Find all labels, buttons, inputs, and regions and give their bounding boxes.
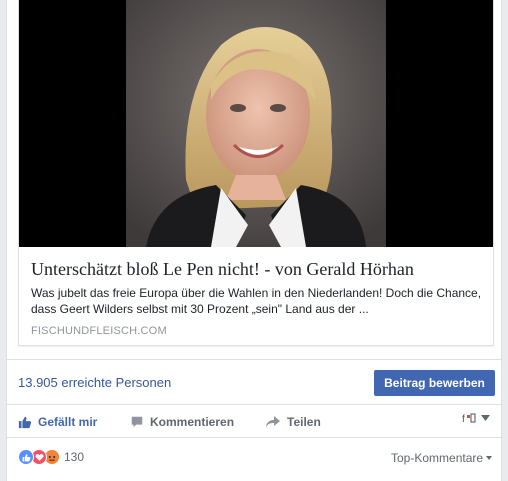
like-button[interactable]: Gefällt mir (18, 412, 97, 432)
chevron-down-icon (486, 456, 493, 460)
portrait-photo (126, 0, 386, 247)
comment-label: Kommentieren (150, 415, 235, 429)
like-label: Gefällt mir (38, 415, 98, 429)
thumbs-up-icon (18, 416, 32, 429)
post-card: Unterschätzt bloß Le Pen nicht! - von Ge… (6, 0, 502, 481)
audience-selector[interactable]: f (461, 412, 490, 424)
svg-text:f: f (462, 414, 465, 424)
page-avatar-icon: f (462, 413, 476, 424)
divider (7, 359, 501, 360)
reaction-count: 130 (64, 450, 85, 464)
share-label: Teilen (287, 415, 321, 429)
chevron-down-icon (481, 415, 490, 421)
comment-sort-label: Top-Kommentare (391, 451, 484, 465)
like-reaction-icon (18, 449, 34, 465)
divider (7, 437, 501, 438)
link-preview[interactable]: Unterschätzt bloß Le Pen nicht! - von Ge… (18, 0, 494, 346)
link-title[interactable]: Unterschätzt bloß Le Pen nicht! - von Ge… (31, 259, 414, 280)
promote-post-button[interactable]: Beitrag bewerben (374, 370, 495, 396)
share-arrow-icon (266, 416, 280, 428)
link-image[interactable] (19, 0, 493, 247)
divider (7, 404, 501, 405)
comment-icon (131, 416, 143, 428)
link-description: Was jubelt das freie Europa über die Wah… (31, 286, 482, 316)
comment-button[interactable]: Kommentieren (130, 412, 234, 432)
reaction-summary[interactable]: 130 (18, 449, 84, 465)
comment-sort-dropdown[interactable]: Top-Kommentare (391, 451, 493, 465)
share-button[interactable]: Teilen (265, 412, 321, 432)
link-domain: FISCHUNDFLEISCH.COM (31, 325, 167, 337)
reach-count[interactable]: 13.905 erreichte Personen (18, 375, 171, 390)
